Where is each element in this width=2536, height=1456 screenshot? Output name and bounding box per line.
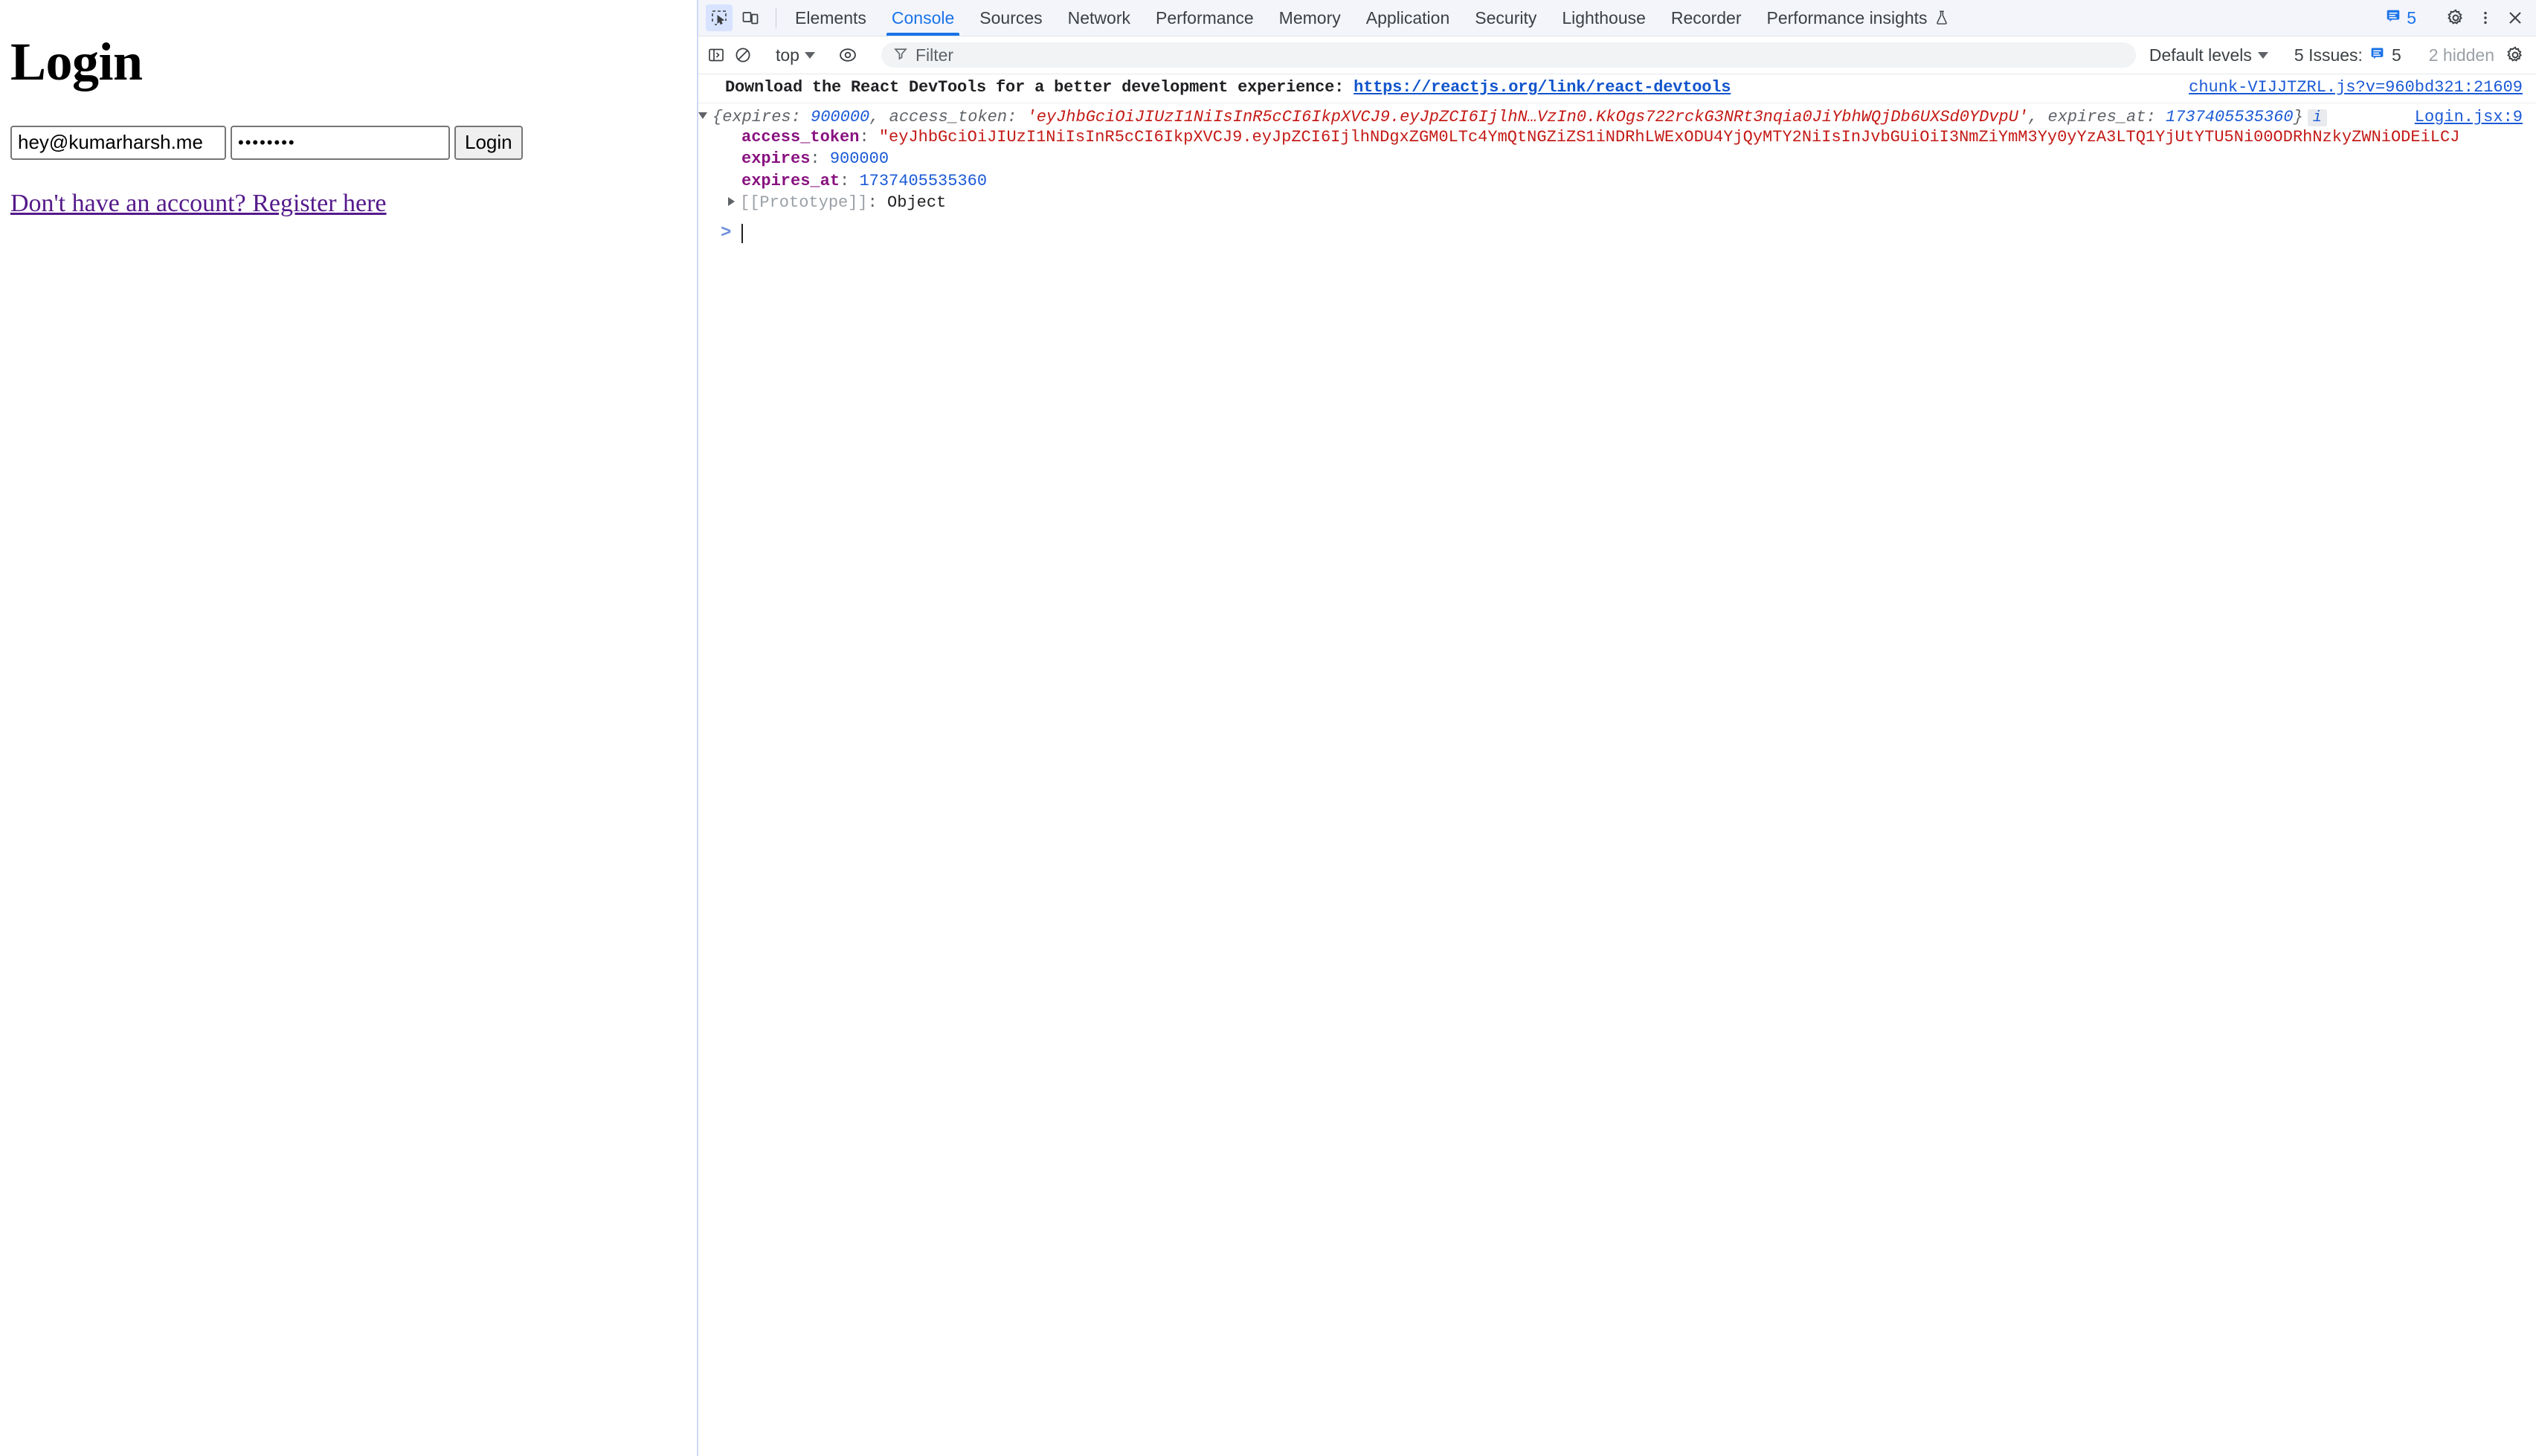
property-value: 1737405535360 — [859, 172, 987, 190]
levels-label: Default levels — [2149, 45, 2252, 65]
tab-label: Elements — [795, 8, 866, 28]
tab-label: Memory — [1279, 8, 1341, 28]
tab-application[interactable]: Application — [1354, 0, 1463, 36]
tab-label: Performance — [1156, 8, 1254, 28]
devtools-tabbar: Elements Console Sources Network Perform… — [698, 0, 2536, 36]
tab-label: Recorder — [1671, 8, 1742, 28]
tab-sources[interactable]: Sources — [967, 0, 1055, 36]
property-key: access_token — [741, 128, 859, 146]
register-link[interactable]: Don't have an account? Register here — [10, 190, 387, 218]
preview-key-expires-at: expires_at — [2048, 108, 2146, 126]
preview-value-access-token: 'eyJhbGciOiJIUzI1NiIsInR5cCI6IkpXVCJ9.ey… — [1027, 108, 2029, 126]
inspect-element-icon[interactable] — [706, 4, 733, 31]
page-title: Login — [10, 34, 697, 91]
tab-network[interactable]: Network — [1055, 0, 1143, 36]
text-caret — [741, 224, 743, 243]
clear-console-icon[interactable] — [730, 42, 756, 68]
email-input[interactable] — [10, 126, 226, 160]
close-icon[interactable] — [2502, 4, 2529, 31]
web-page-viewport: Login Login Don't have an account? Regis… — [0, 0, 697, 1456]
issues-icon — [2385, 7, 2401, 28]
log-levels-selector[interactable]: Default levels — [2143, 43, 2274, 68]
expand-twisty-icon[interactable] — [728, 197, 735, 206]
react-devtools-link[interactable]: https://reactjs.org/link/react-devtools — [1354, 78, 1731, 97]
tab-performance[interactable]: Performance — [1143, 0, 1267, 36]
tab-label: Lighthouse — [1562, 8, 1646, 28]
tab-memory[interactable]: Memory — [1267, 0, 1354, 36]
tab-elements[interactable]: Elements — [782, 0, 879, 36]
login-button[interactable]: Login — [454, 126, 523, 160]
preview-key-access-token: access_token — [889, 108, 1007, 126]
console-settings-gear-icon[interactable] — [2502, 42, 2529, 68]
object-prototype-row[interactable]: [[Prototype]]: Object — [698, 192, 2536, 213]
preview-key-expires: expires — [722, 108, 791, 126]
chevron-down-icon — [805, 52, 815, 59]
preview-value-expires-at: 1737405535360 — [2166, 108, 2294, 126]
preview-value-expires: 900000 — [811, 108, 869, 126]
object-preview-row: {expires: 900000, access_token: 'eyJhbGc… — [698, 108, 2536, 126]
kebab-menu-icon[interactable] — [2472, 4, 2499, 31]
devtools-tabbar-actions: 5 — [2378, 0, 2536, 36]
issues-summary-button[interactable]: 5 Issues: 5 — [2287, 45, 2409, 65]
gear-icon[interactable] — [2442, 4, 2469, 31]
object-property-expires: expires: 900000 — [698, 148, 2536, 170]
issues-counter-button[interactable]: 5 — [2378, 7, 2424, 28]
browser-window: Login Login Don't have an account? Regis… — [0, 0, 2536, 1456]
expand-twisty-icon[interactable] — [698, 112, 707, 119]
property-key: expires — [741, 149, 810, 168]
hidden-messages-count[interactable]: 2 hidden — [2421, 45, 2502, 65]
close-brace: } — [2294, 108, 2303, 126]
message-source-link[interactable]: Login.jsx:9 — [2401, 108, 2536, 126]
property-value: 900000 — [830, 149, 889, 168]
console-message-react-devtools: Download the React DevTools for a better… — [698, 74, 2536, 103]
console-toolbar: top Filter Default levels — [698, 36, 2536, 74]
tab-label: Network — [1068, 8, 1130, 28]
issues-count: 5 — [2407, 8, 2416, 28]
tab-console[interactable]: Console — [879, 0, 967, 36]
live-expression-icon[interactable] — [834, 42, 861, 68]
devtools-panel: Elements Console Sources Network Perform… — [697, 0, 2536, 1456]
experiment-flask-icon — [1934, 10, 1950, 26]
devtools-tab-list: Elements Console Sources Network Perform… — [782, 0, 2378, 36]
info-badge-icon[interactable]: i — [2308, 109, 2327, 126]
console-message-list[interactable]: Download the React DevTools for a better… — [698, 74, 2536, 1456]
object-preview[interactable]: {expires: 900000, access_token: 'eyJhbGc… — [698, 108, 2401, 126]
property-value: "eyJhbGciOiJIUzI1NiIsInR5cCI6IkpXVCJ9.ey… — [879, 128, 2460, 146]
prototype-label: [[Prototype]] — [740, 193, 868, 212]
react-devtools-text: Download the React DevTools for a better… — [725, 78, 1344, 97]
tab-recorder[interactable]: Recorder — [1658, 0, 1754, 36]
tab-lighthouse[interactable]: Lighthouse — [1549, 0, 1658, 36]
filter-placeholder: Filter — [915, 45, 953, 65]
tab-label: Performance insights — [1767, 8, 1928, 28]
filter-icon — [893, 46, 908, 65]
devtools-tool-icons — [703, 0, 770, 36]
device-toolbar-icon[interactable] — [737, 4, 764, 31]
password-input[interactable] — [231, 126, 450, 160]
object-property-expires-at: expires_at: 1737405535360 — [698, 170, 2536, 192]
console-prompt[interactable]: > — [698, 217, 2536, 249]
issues-count: 5 — [2392, 45, 2401, 65]
execution-context-selector[interactable]: top — [769, 43, 822, 68]
tab-performance-insights[interactable]: Performance insights — [1754, 0, 1963, 36]
console-filter-input[interactable]: Filter — [881, 42, 2136, 68]
tab-label: Sources — [979, 8, 1042, 28]
tab-security[interactable]: Security — [1462, 0, 1549, 36]
tab-label: Application — [1366, 8, 1450, 28]
prompt-arrow-icon: > — [721, 223, 731, 243]
issues-icon — [2369, 45, 2385, 65]
message-source-link[interactable]: chunk-VIJJTZRL.js?v=960bd321:21609 — [2175, 78, 2536, 97]
property-key: expires_at — [741, 172, 840, 190]
console-message-object-log: {expires: 900000, access_token: 'eyJhbGc… — [698, 103, 2536, 217]
tab-label: Console — [892, 8, 954, 28]
login-form: Login — [10, 126, 697, 160]
console-sidebar-icon[interactable] — [703, 42, 730, 68]
issues-label: 5 Issues: — [2294, 45, 2363, 65]
context-label: top — [776, 45, 799, 65]
object-property-access-token: access_token: "eyJhbGciOiJIUzI1NiIsInR5c… — [698, 126, 2536, 148]
prototype-value: Object — [887, 193, 946, 212]
chevron-down-icon — [2258, 52, 2268, 59]
tab-label: Security — [1475, 8, 1536, 28]
open-brace: { — [712, 108, 722, 126]
react-devtools-text-row: Download the React DevTools for a better… — [725, 78, 2175, 97]
